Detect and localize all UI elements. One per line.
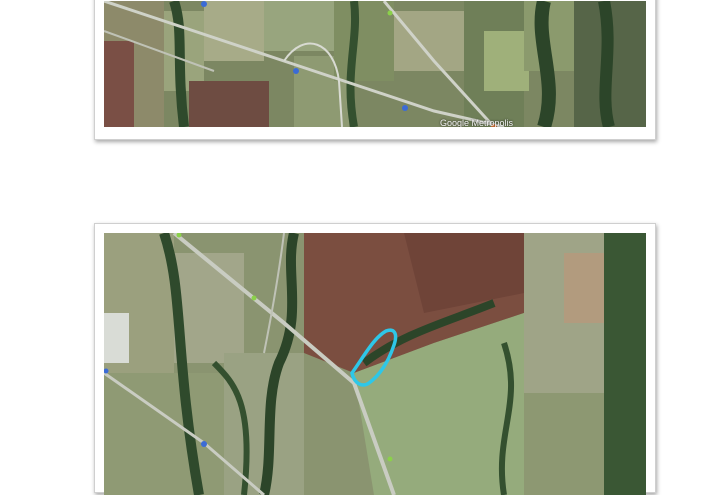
top-map-image <box>104 1 646 127</box>
bottom-map-frame <box>94 223 656 495</box>
bottom-map-image <box>104 233 646 495</box>
top-satellite-map: Google Metropolis <box>104 1 646 127</box>
top-map-frame: Google Metropolis <box>94 0 656 140</box>
bottom-satellite-map <box>104 233 646 495</box>
map-watermark: Google Metropolis <box>440 118 514 127</box>
